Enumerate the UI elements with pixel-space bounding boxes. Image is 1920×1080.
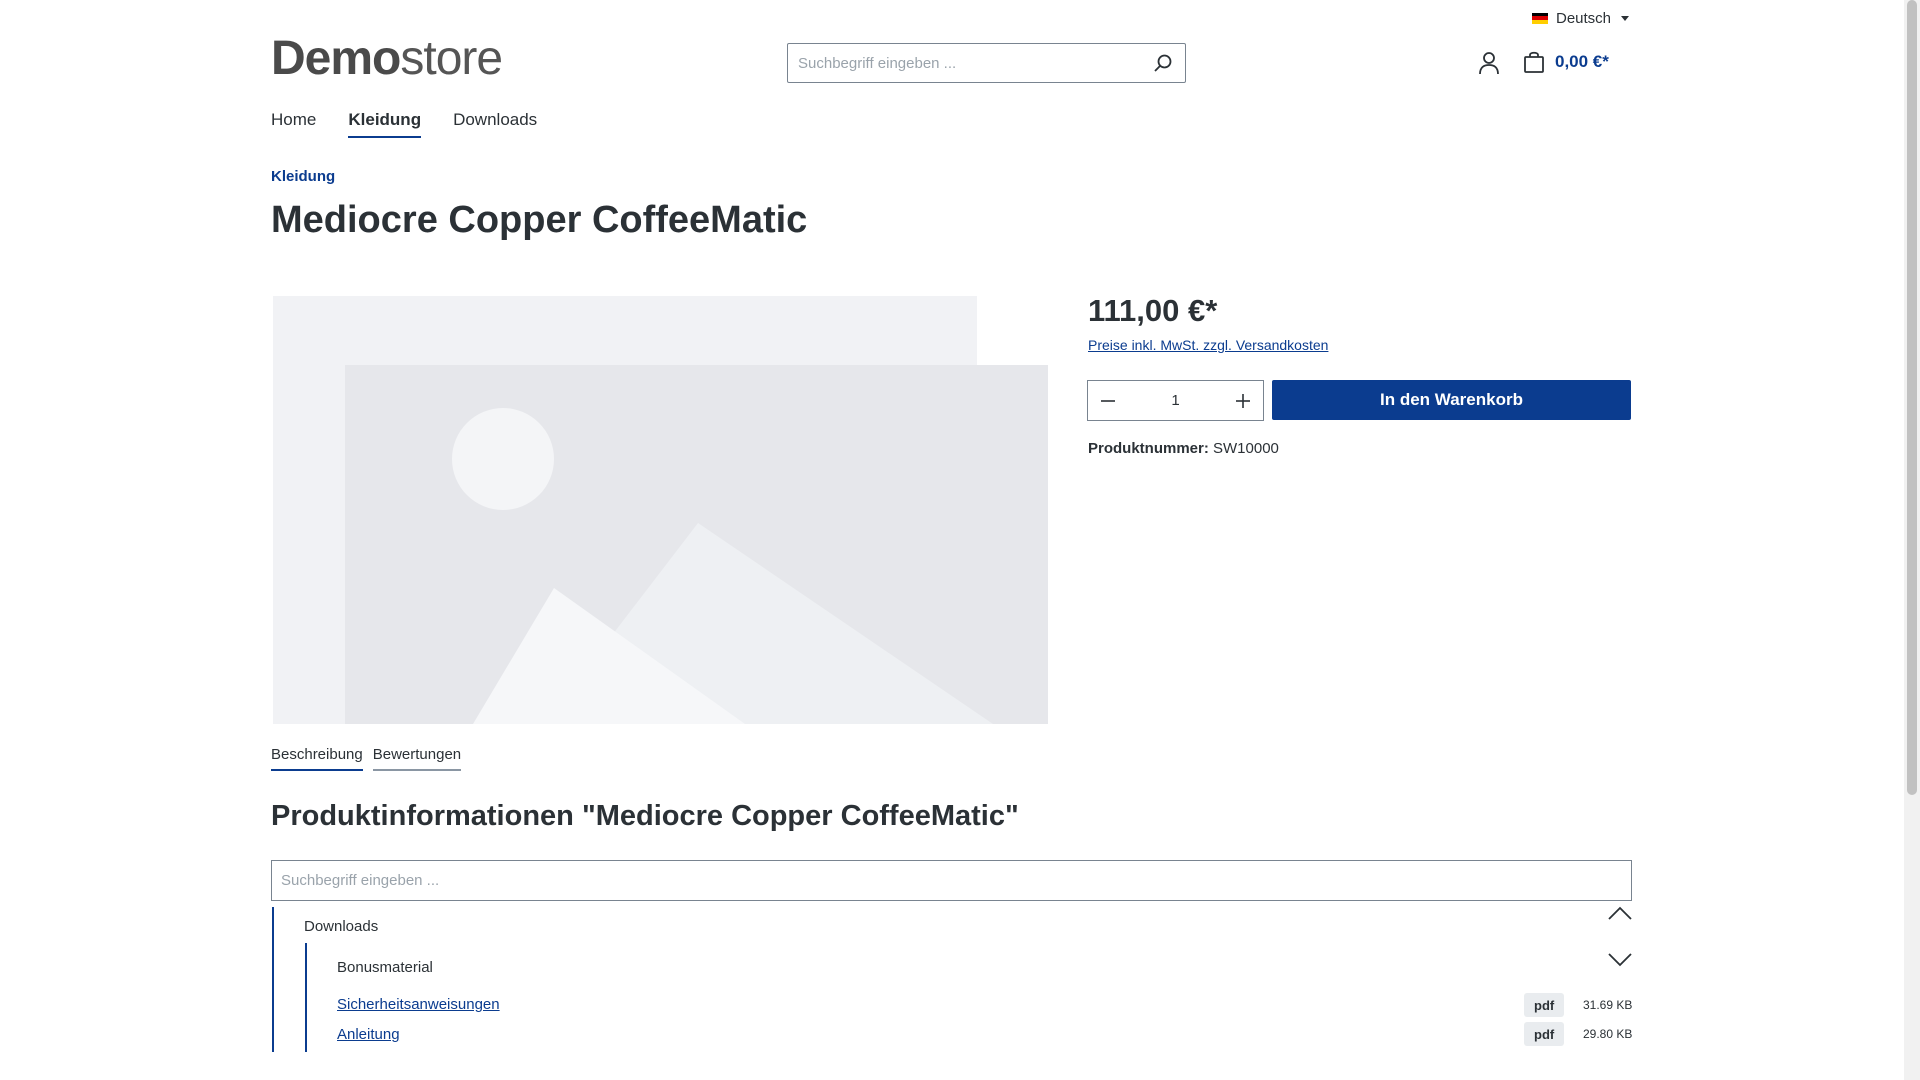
search-icon	[1154, 54, 1172, 72]
cart-button[interactable]: 0,00 €*	[1523, 50, 1609, 74]
account-button[interactable]	[1478, 51, 1500, 75]
tree-line	[305, 943, 307, 1052]
main-navigation: Home Kleidung Downloads	[271, 110, 537, 138]
logo-bold-text: Demo	[271, 32, 401, 85]
shopping-bag-icon	[1524, 51, 1544, 73]
folder-downloads[interactable]: Downloads	[304, 918, 378, 935]
file-type-badge: pdf	[1524, 993, 1565, 1017]
nav-item-downloads[interactable]: Downloads	[453, 110, 537, 138]
header-search	[787, 43, 1186, 83]
tab-beschreibung[interactable]: Beschreibung	[271, 746, 363, 771]
file-type-badge: pdf	[1524, 1022, 1565, 1046]
file-link-anleitung[interactable]: Anleitung	[337, 1026, 400, 1043]
tab-bewertungen[interactable]: Bewertungen	[372, 746, 462, 771]
product-number-label: Produktnummer:	[1088, 440, 1209, 457]
germany-flag-icon	[1532, 12, 1548, 24]
quantity-stepper: 1	[1087, 380, 1264, 421]
scrollbar-thumb[interactable]	[1907, 0, 1917, 795]
product-tabs: Beschreibung Bewertungen	[271, 746, 462, 771]
cart-total: 0,00 €*	[1555, 52, 1609, 71]
product-number-value: SW10000	[1213, 440, 1279, 457]
nav-item-kleidung[interactable]: Kleidung	[348, 110, 422, 138]
user-icon	[1479, 52, 1499, 75]
breadcrumb[interactable]: Kleidung	[271, 168, 335, 185]
downloads-filter	[271, 860, 1632, 901]
file-size: 31.69 KB	[1583, 998, 1633, 1012]
collapse-button[interactable]	[1608, 906, 1632, 925]
add-to-cart-button[interactable]: In den Warenkorb	[1272, 380, 1631, 420]
decrease-quantity-button[interactable]	[1088, 381, 1128, 420]
caret-down-icon	[1621, 15, 1630, 21]
store-logo[interactable]: Demostore	[271, 32, 503, 85]
shipping-costs-link[interactable]: Preise inkl. MwSt. zzgl. Versandkosten	[1088, 337, 1328, 353]
expand-button[interactable]	[1608, 953, 1632, 972]
file-size: 29.80 KB	[1583, 1027, 1633, 1041]
chevron-up-icon	[1608, 906, 1632, 920]
plus-icon	[1236, 393, 1250, 408]
product-price: 111,00 €*	[1088, 293, 1218, 328]
language-switcher[interactable]: Deutsch	[1532, 8, 1630, 28]
search-button[interactable]	[1141, 44, 1185, 82]
language-label: Deutsch	[1556, 9, 1612, 27]
product-info-heading: Produktinformationen "Mediocre Copper Co…	[271, 800, 1019, 832]
logo-light-text: store	[400, 32, 503, 85]
increase-quantity-button[interactable]	[1223, 381, 1263, 420]
minus-icon	[1101, 399, 1115, 402]
quantity-value[interactable]: 1	[1171, 392, 1179, 409]
nav-item-home[interactable]: Home	[271, 110, 316, 138]
folder-bonusmaterial[interactable]: Bonusmaterial	[337, 959, 433, 976]
chevron-down-icon	[1608, 953, 1632, 967]
product-number: Produktnummer: SW10000	[1088, 440, 1279, 457]
product-title: Mediocre Copper CoffeeMatic	[271, 199, 808, 241]
product-image-placeholder	[273, 296, 1048, 724]
downloads-filter-input[interactable]	[272, 861, 1631, 900]
search-input[interactable]	[788, 44, 1141, 82]
tree-line	[272, 907, 274, 1052]
file-link-sicherheitsanweisungen[interactable]: Sicherheitsanweisungen	[337, 996, 500, 1013]
